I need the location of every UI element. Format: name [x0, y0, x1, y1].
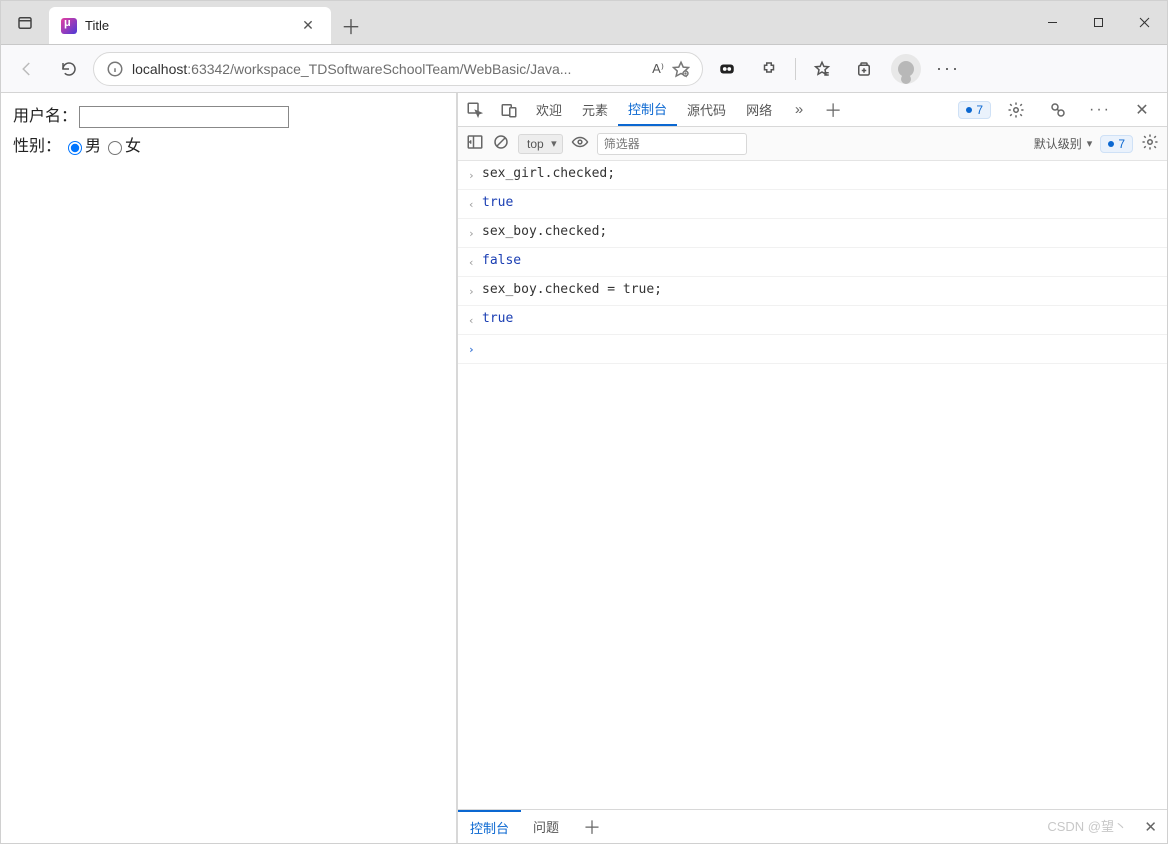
drawer-tab-issues[interactable]: 问题	[521, 810, 571, 843]
toolbar-actions: ···	[709, 51, 966, 87]
console-row: ‹true	[458, 190, 1167, 219]
devtools-options-button[interactable]: ···	[1083, 101, 1117, 119]
devtools-more-tabs[interactable]: »	[782, 101, 816, 118]
devtools-issues-badge[interactable]: 7	[958, 101, 991, 119]
title-bar-spacer	[371, 1, 1029, 44]
console-clear-button[interactable]	[492, 133, 510, 154]
devtools-new-tab[interactable]: ＋	[816, 97, 850, 123]
console-issues-badge[interactable]: 7	[1100, 135, 1133, 153]
extensions-button[interactable]	[751, 51, 787, 87]
inspect-element-button[interactable]	[458, 101, 492, 119]
console-row: ›sex_girl.checked;	[458, 161, 1167, 190]
tab-title: Title	[85, 18, 287, 33]
console-row: ‹true	[458, 306, 1167, 335]
gender-radio-female[interactable]	[108, 141, 122, 155]
gender-male-label: 男	[85, 132, 101, 162]
gender-radio-male[interactable]	[68, 141, 82, 155]
tab-favicon	[61, 18, 77, 34]
console-output-icon: ‹	[468, 252, 482, 274]
console-settings-button[interactable]	[1141, 133, 1159, 154]
browser-tab-active[interactable]: Title ✕	[49, 7, 331, 44]
console-row: ‹false	[458, 248, 1167, 277]
favorite-star-icon[interactable]	[672, 60, 690, 78]
badge-dot-icon	[966, 107, 972, 113]
window-close-button[interactable]	[1121, 1, 1167, 45]
collections-button[interactable]	[846, 51, 882, 87]
drawer-new-tab[interactable]: ＋	[571, 814, 613, 840]
console-output-icon: ‹	[468, 194, 482, 216]
console-input-icon: ›	[468, 281, 482, 303]
browser-toolbar: localhost:63342/workspace_TDSoftwareScho…	[1, 45, 1167, 93]
badge-dot-icon	[1108, 141, 1114, 147]
console-text: true	[482, 308, 1157, 330]
nav-back-button[interactable]	[9, 51, 45, 87]
address-text: localhost:63342/workspace_TDSoftwareScho…	[132, 61, 644, 77]
site-info-icon[interactable]	[106, 60, 124, 78]
console-text: sex_girl.checked;	[482, 163, 1157, 185]
devtools-close-button[interactable]: ✕	[1125, 100, 1159, 120]
console-text: sex_boy.checked;	[482, 221, 1157, 243]
new-tab-button[interactable]: ＋	[331, 7, 371, 44]
username-label: 用户名：	[13, 102, 77, 132]
devtools-tab-sources[interactable]: 源代码	[677, 93, 736, 126]
devtools-panel: 欢迎 元素 控制台 源代码 网络 » ＋ 7 ··· ✕ top 默认级别	[456, 93, 1167, 843]
rendered-page: 用户名： 性别： 男 女	[1, 93, 456, 843]
tab-overview-button[interactable]	[1, 1, 49, 44]
nav-refresh-button[interactable]	[51, 51, 87, 87]
vpn-icon[interactable]	[709, 51, 745, 87]
window-title-bar: Title ✕ ＋	[1, 1, 1167, 45]
devtools-activity-button[interactable]	[1041, 101, 1075, 119]
tab-close-button[interactable]: ✕	[295, 13, 321, 39]
avatar-icon	[891, 54, 921, 84]
window-minimize-button[interactable]	[1029, 1, 1075, 45]
devtools-tab-welcome[interactable]: 欢迎	[526, 93, 572, 126]
devtools-settings-button[interactable]	[999, 101, 1033, 119]
console-sidebar-toggle[interactable]	[466, 133, 484, 154]
window-maximize-button[interactable]	[1075, 1, 1121, 45]
favorites-button[interactable]	[804, 51, 840, 87]
console-output-icon: ‹	[468, 310, 482, 332]
main-content: 用户名： 性别： 男 女 欢迎 元素 控制台 源代码 网络 » ＋ 7	[1, 93, 1167, 843]
console-live-button[interactable]	[571, 133, 589, 154]
devtools-tabbar: 欢迎 元素 控制台 源代码 网络 » ＋ 7 ··· ✕	[458, 93, 1167, 127]
toolbar-separator	[795, 58, 796, 80]
devtools-tab-console[interactable]: 控制台	[618, 93, 677, 126]
console-row: ›sex_boy.checked = true;	[458, 277, 1167, 306]
more-menu-button[interactable]: ···	[930, 51, 966, 87]
address-bar[interactable]: localhost:63342/workspace_TDSoftwareScho…	[93, 52, 703, 86]
drawer-close-button[interactable]: ✕	[1134, 818, 1167, 836]
console-prompt-icon: ›	[468, 339, 482, 361]
console-text: false	[482, 250, 1157, 272]
profile-button[interactable]	[888, 51, 924, 87]
devtools-tab-elements[interactable]: 元素	[572, 93, 618, 126]
device-toggle-button[interactable]	[492, 101, 526, 119]
drawer-tab-console[interactable]: 控制台	[458, 810, 521, 843]
console-text: sex_boy.checked = true;	[482, 279, 1157, 301]
window-controls	[1029, 1, 1167, 44]
console-row: ›sex_boy.checked;	[458, 219, 1167, 248]
devtools-drawer: 控制台 问题 ＋ ✕	[458, 809, 1167, 843]
console-text: true	[482, 192, 1157, 214]
username-row: 用户名：	[13, 102, 444, 132]
read-aloud-button[interactable]: A⁾	[652, 61, 664, 77]
username-input[interactable]	[79, 106, 289, 128]
console-toolbar: top 默认级别 7	[458, 127, 1167, 161]
gender-row: 性别： 男 女	[13, 132, 444, 162]
console-input-icon: ›	[468, 223, 482, 245]
console-level-select[interactable]: 默认级别	[1034, 135, 1093, 152]
console-prompt[interactable]: ›	[458, 335, 1167, 364]
console-input-icon: ›	[468, 165, 482, 187]
console-filter-input[interactable]	[597, 133, 747, 155]
gender-female-label: 女	[125, 132, 141, 162]
console-context-select[interactable]: top	[518, 134, 563, 154]
console-output[interactable]: ›sex_girl.checked;‹true›sex_boy.checked;…	[458, 161, 1167, 809]
devtools-tab-network[interactable]: 网络	[736, 93, 782, 126]
gender-label: 性别：	[13, 132, 61, 162]
